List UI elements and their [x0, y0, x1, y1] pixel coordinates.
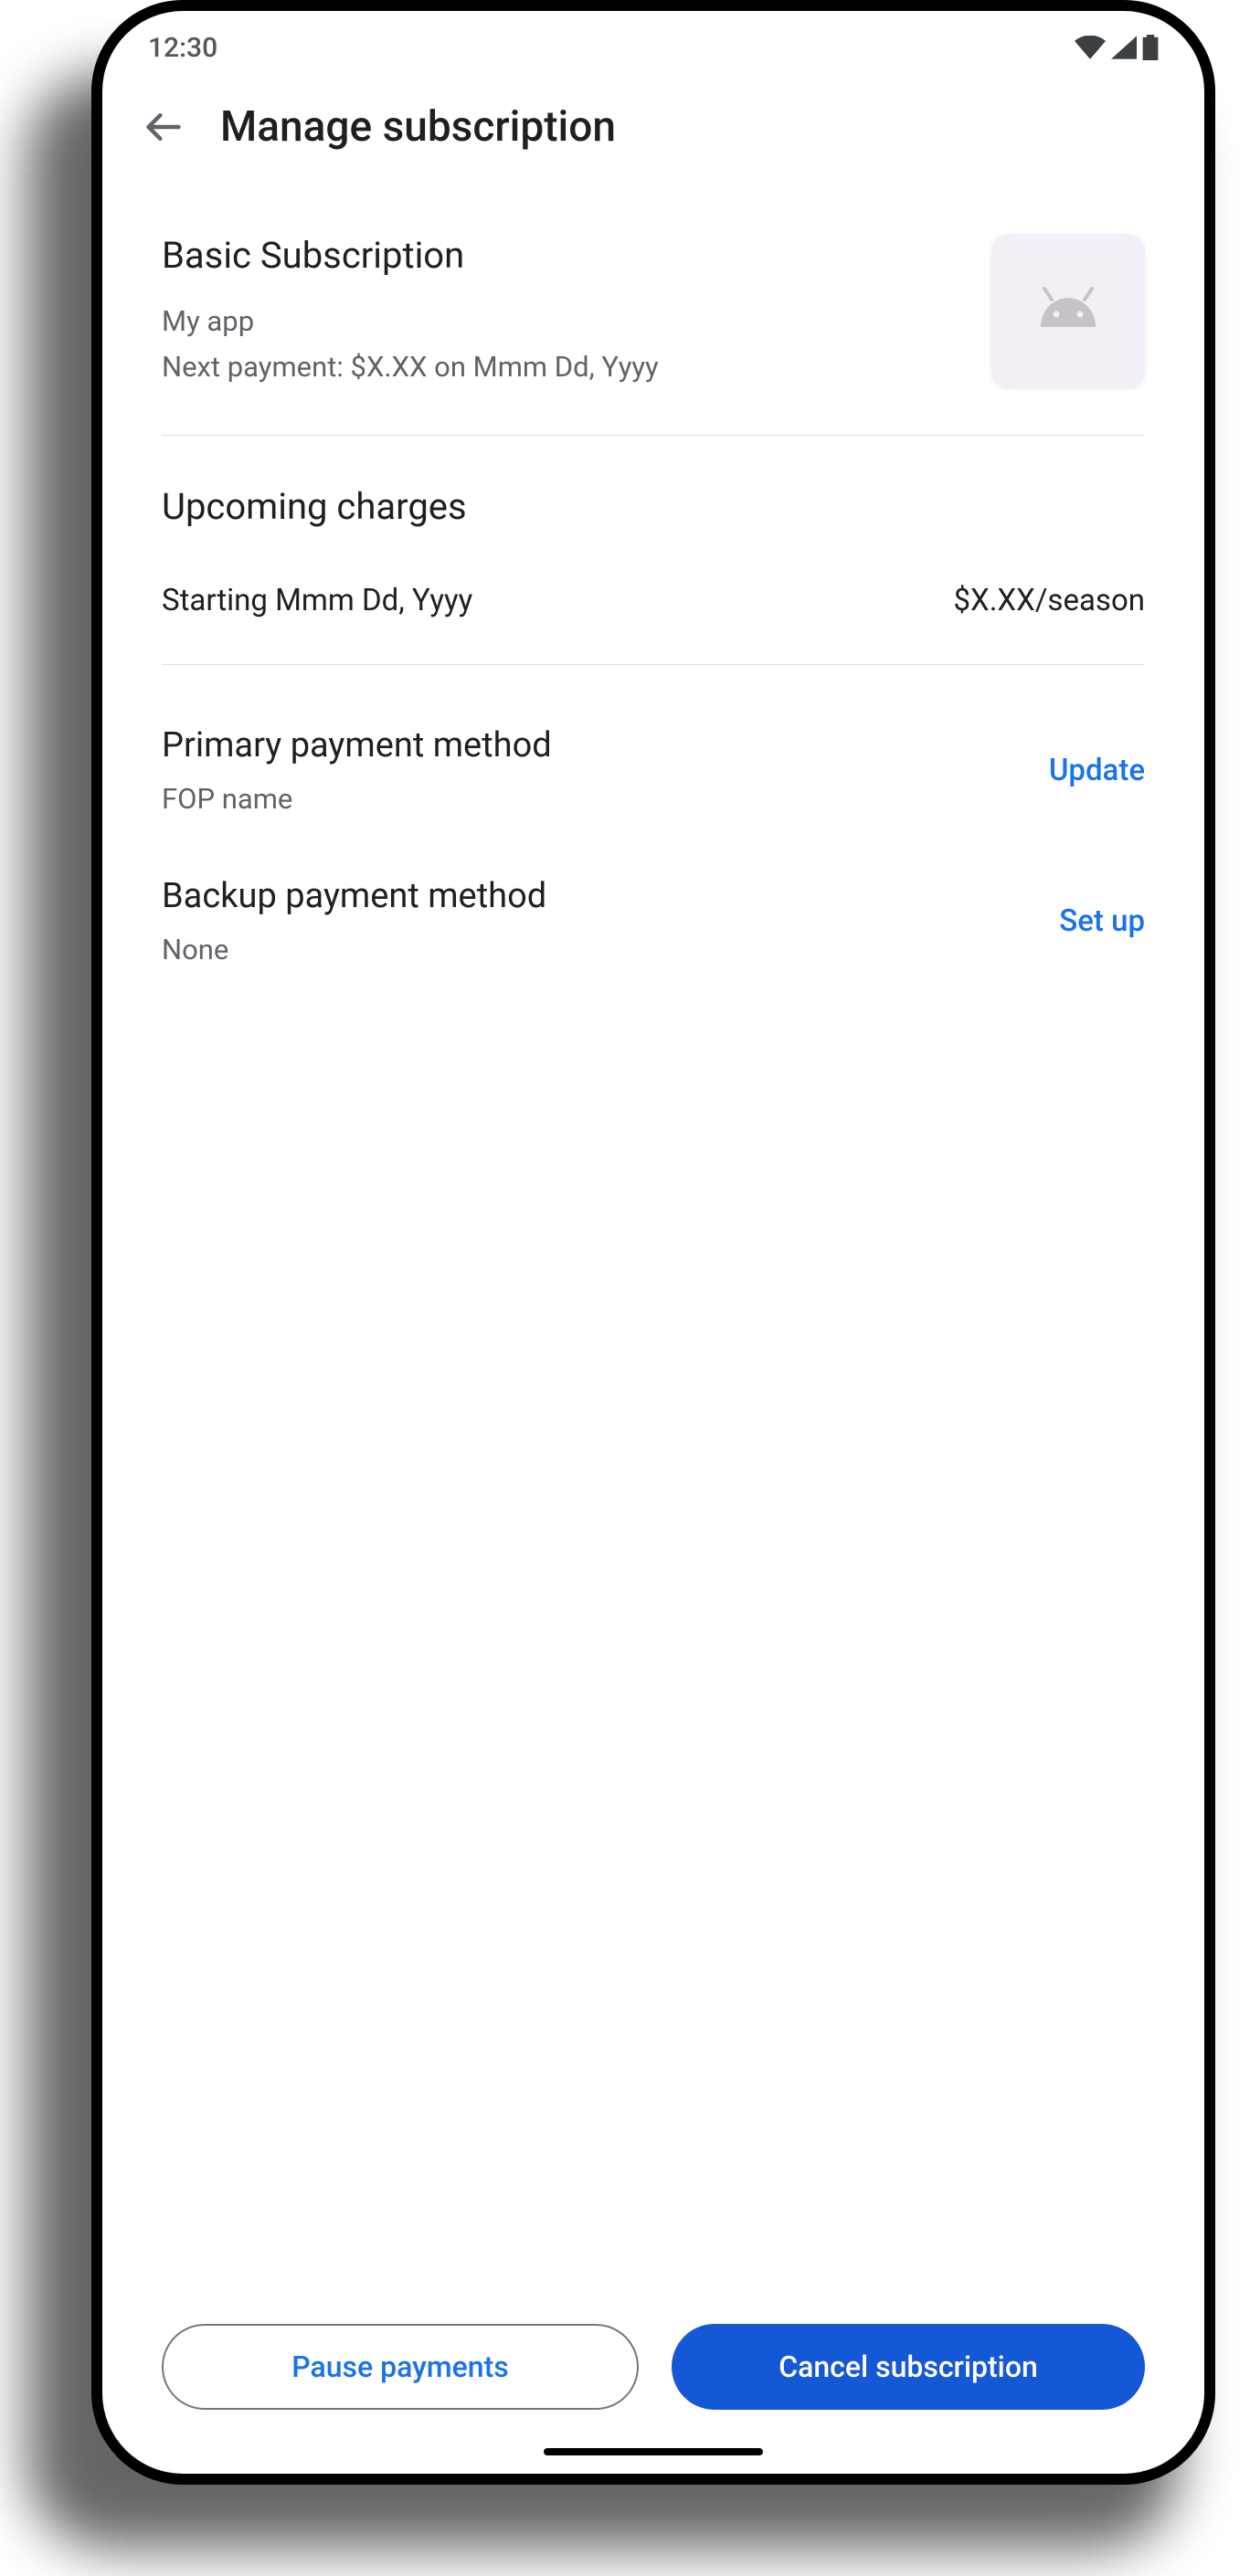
- charge-price: $X.XX/season: [954, 583, 1146, 618]
- primary-payment-title: Primary payment method: [162, 725, 552, 765]
- nav-handle[interactable]: [544, 2448, 763, 2455]
- status-icons: [1075, 35, 1159, 60]
- backup-payment-info: Backup payment method None: [162, 876, 546, 966]
- screen: 12:30 Manage subsc: [102, 11, 1204, 2474]
- subscription-info: Basic Subscription My app Next payment: …: [162, 234, 659, 389]
- backup-payment-row: Backup payment method None Set up: [162, 816, 1145, 966]
- app-icon: [991, 234, 1145, 387]
- setup-button[interactable]: Set up: [1059, 903, 1145, 939]
- upcoming-charge-row: Starting Mmm Dd, Yyyy $X.XX/season: [162, 528, 1145, 665]
- primary-payment-row: Primary payment method FOP name Update: [162, 665, 1145, 816]
- wifi-icon: [1075, 36, 1106, 59]
- status-time: 12:30: [148, 32, 217, 64]
- subscription-app: My app: [162, 299, 659, 344]
- charge-start-date: Starting Mmm Dd, Yyyy: [162, 583, 472, 618]
- update-button[interactable]: Update: [1049, 753, 1145, 788]
- status-bar: 12:30: [102, 11, 1204, 84]
- back-arrow-icon[interactable]: [143, 107, 184, 147]
- subscription-header: Basic Subscription My app Next payment: …: [162, 179, 1145, 436]
- cell-signal-icon: [1111, 36, 1137, 59]
- primary-payment-value: FOP name: [162, 782, 552, 816]
- backup-payment-value: None: [162, 933, 546, 966]
- pause-payments-button[interactable]: Pause payments: [162, 2324, 639, 2410]
- primary-payment-info: Primary payment method FOP name: [162, 725, 552, 816]
- android-icon: [1032, 287, 1105, 334]
- backup-payment-title: Backup payment method: [162, 876, 546, 916]
- phone-frame: 12:30 Manage subsc: [91, 0, 1215, 2485]
- subscription-next-payment: Next payment: $X.XX on Mmm Dd, Yyyy: [162, 344, 659, 390]
- page-title: Manage subscription: [220, 102, 616, 152]
- cancel-subscription-button[interactable]: Cancel subscription: [672, 2324, 1145, 2410]
- subscription-name: Basic Subscription: [162, 234, 659, 277]
- upcoming-charges-title: Upcoming charges: [162, 485, 1145, 528]
- content: Basic Subscription My app Next payment: …: [102, 179, 1204, 2324]
- battery-icon: [1142, 35, 1159, 60]
- app-bar: Manage subscription: [102, 84, 1204, 179]
